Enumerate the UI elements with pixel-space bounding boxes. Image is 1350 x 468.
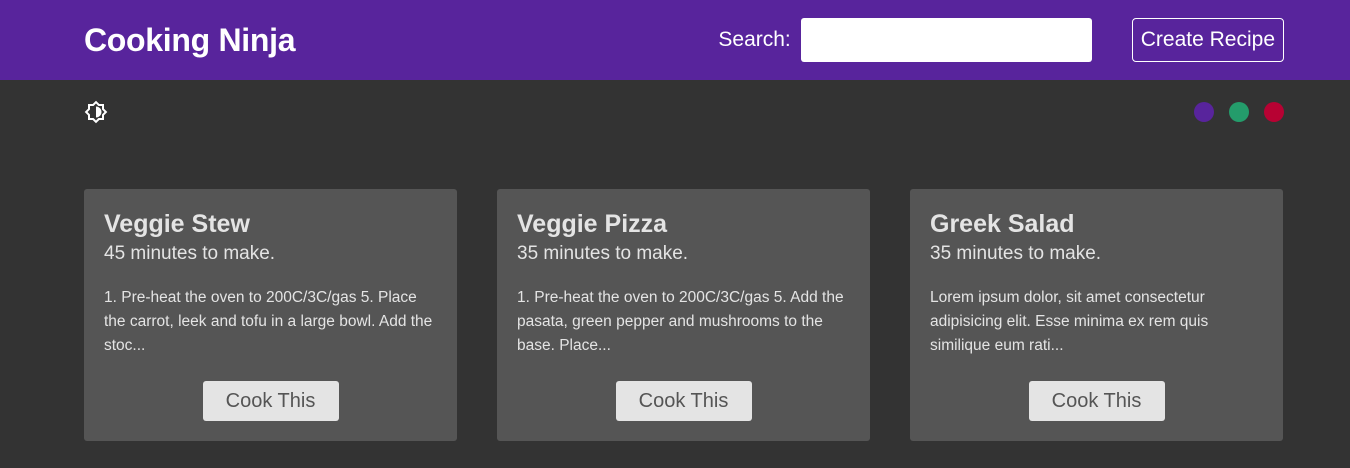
color-swatches: [1194, 102, 1284, 122]
search-label: Search:: [718, 28, 791, 51]
recipe-time: 35 minutes to make.: [930, 243, 1102, 264]
swatch-green[interactable]: [1229, 102, 1249, 122]
recipe-title: Veggie Pizza: [517, 210, 668, 238]
recipe-card: Greek Salad 35 minutes to make. Lorem ip…: [910, 189, 1283, 441]
theme-selector: [0, 80, 1350, 144]
search-bar: Search:: [718, 18, 1092, 62]
recipe-card: Veggie Stew 45 minutes to make. 1. Pre-h…: [84, 189, 457, 441]
navbar: Cooking Ninja Search: Create Recipe: [0, 0, 1350, 80]
cook-this-button[interactable]: Cook This: [1028, 381, 1165, 421]
recipe-method: 1. Pre-heat the oven to 200C/3C/gas 5. A…: [517, 289, 844, 354]
recipe-method: 1. Pre-heat the oven to 200C/3C/gas 5. P…: [104, 289, 433, 354]
cook-this-button[interactable]: Cook This: [202, 381, 339, 421]
brightness-toggle-icon[interactable]: [84, 100, 108, 124]
brand-logo[interactable]: Cooking Ninja: [84, 22, 296, 59]
recipe-title: Veggie Stew: [104, 210, 250, 238]
swatch-red[interactable]: [1264, 102, 1284, 122]
cook-this-button[interactable]: Cook This: [615, 381, 752, 421]
recipe-title: Greek Salad: [930, 210, 1075, 238]
search-input[interactable]: [800, 18, 1092, 62]
recipe-time: 45 minutes to make.: [104, 243, 276, 264]
recipe-time: 35 minutes to make.: [517, 243, 689, 264]
create-recipe-button[interactable]: Create Recipe: [1131, 18, 1284, 62]
swatch-purple[interactable]: [1194, 102, 1214, 122]
recipe-method: Lorem ipsum dolor, sit amet consectetur …: [930, 289, 1209, 354]
recipe-list: Veggie Stew 45 minutes to make. 1. Pre-h…: [0, 144, 1350, 441]
recipe-card: Veggie Pizza 35 minutes to make. 1. Pre-…: [497, 189, 870, 441]
